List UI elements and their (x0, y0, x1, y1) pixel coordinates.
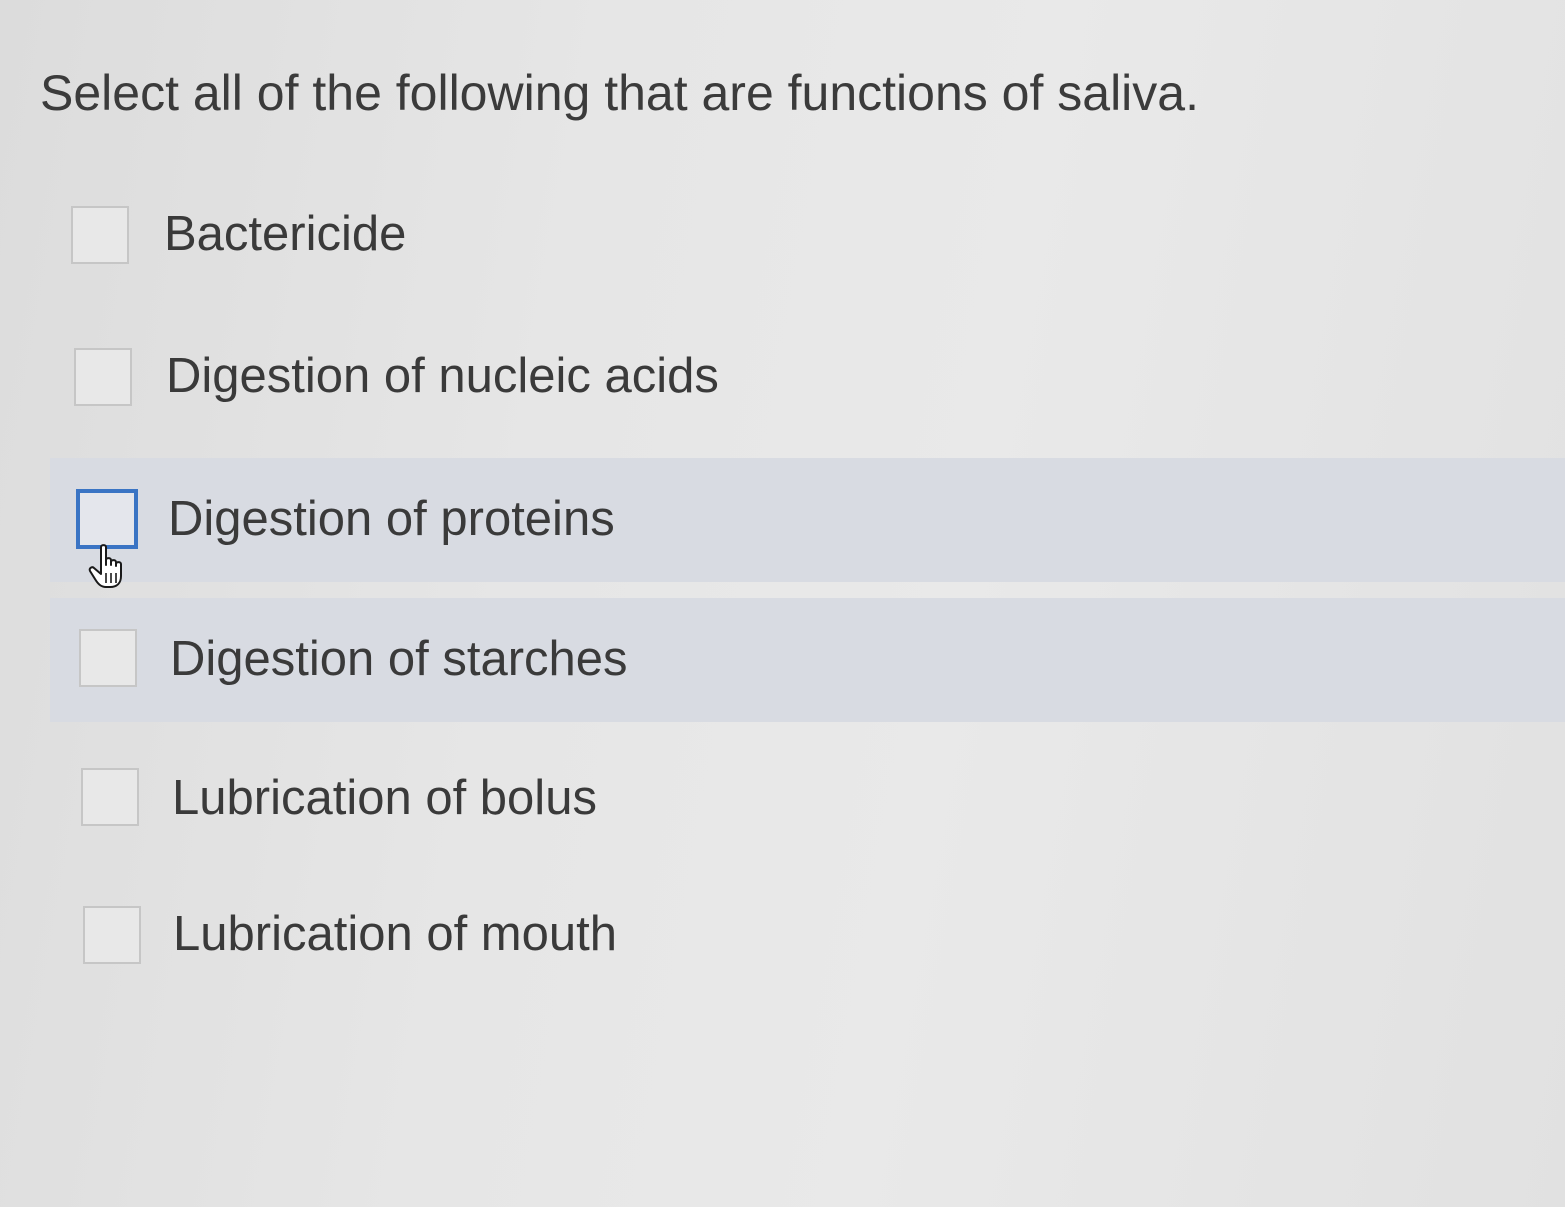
option-bactericide[interactable]: Bactericide (50, 173, 1565, 297)
option-digestion-starches[interactable]: Digestion of starches (50, 598, 1565, 722)
option-label-digestion-proteins: Digestion of proteins (168, 492, 615, 546)
option-label-lubrication-bolus: Lubrication of bolus (172, 771, 597, 825)
checkbox-lubrication-mouth[interactable] (83, 906, 141, 964)
option-digestion-nucleic-acids[interactable]: Digestion of nucleic acids (50, 315, 1565, 439)
option-digestion-proteins[interactable]: Digestion of proteins (50, 458, 1565, 582)
option-label-digestion-nucleic-acids: Digestion of nucleic acids (166, 349, 719, 403)
option-label-lubrication-mouth: Lubrication of mouth (173, 907, 617, 961)
checkbox-digestion-nucleic-acids[interactable] (74, 348, 132, 406)
option-lubrication-bolus[interactable]: Lubrication of bolus (50, 737, 1565, 861)
checkbox-digestion-starches[interactable] (79, 629, 137, 687)
checkbox-lubrication-bolus[interactable] (81, 768, 139, 826)
options-list: Bactericide Digestion of nucleic acids D… (0, 0, 1565, 1207)
checkbox-digestion-proteins[interactable] (76, 489, 138, 549)
option-label-bactericide: Bactericide (164, 207, 407, 261)
option-label-digestion-starches: Digestion of starches (170, 632, 628, 686)
checkbox-bactericide[interactable] (71, 206, 129, 264)
option-lubrication-mouth[interactable]: Lubrication of mouth (50, 873, 1565, 997)
